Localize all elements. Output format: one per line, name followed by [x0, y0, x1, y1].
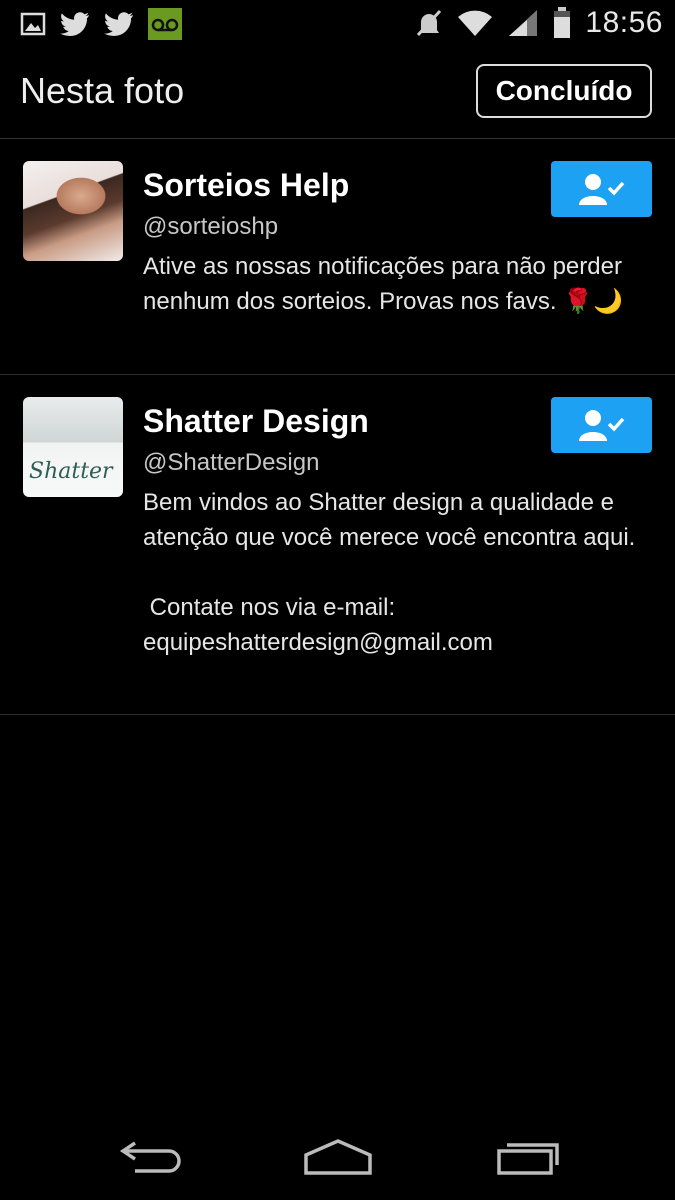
recents-button[interactable] — [488, 1132, 568, 1182]
status-bar: 18:56 — [0, 0, 675, 48]
gallery-icon — [20, 12, 46, 36]
following-button[interactable] — [551, 161, 652, 217]
user-name: Sorteios Help — [143, 167, 350, 203]
notification-icons — [20, 8, 182, 40]
avatar[interactable]: Shatter — [23, 397, 123, 497]
user-name: Shatter Design — [143, 403, 369, 439]
mute-icon — [417, 9, 442, 37]
avatar[interactable] — [23, 161, 123, 261]
top-bar: Nesta foto Concluído — [0, 48, 675, 139]
twitter-icon — [104, 12, 133, 36]
recents-icon — [497, 1143, 559, 1175]
avatar-logo-text: Shatter — [29, 459, 113, 484]
wifi-icon — [458, 10, 493, 36]
user-handle: @ShatterDesign — [143, 449, 320, 476]
home-icon — [304, 1139, 372, 1175]
twitter-icon — [60, 12, 89, 36]
clock: 18:56 — [585, 6, 663, 39]
back-button[interactable] — [110, 1132, 190, 1182]
user-check-icon — [578, 410, 624, 441]
following-button[interactable] — [551, 397, 652, 453]
user-handle: @sorteioshp — [143, 213, 279, 240]
home-button[interactable] — [298, 1132, 378, 1182]
voicemail-icon — [148, 8, 182, 40]
list-item[interactable]: Sorteios Help @sorteioshp Ative as nossa… — [0, 139, 675, 375]
navigation-bar — [0, 1112, 675, 1200]
tagged-users-list: Sorteios Help @sorteioshp Ative as nossa… — [0, 139, 675, 715]
done-button[interactable]: Concluído — [476, 64, 652, 118]
back-icon — [119, 1141, 181, 1173]
page-title: Nesta foto — [20, 70, 185, 111]
user-bio: Ative as nossas notificações para não pe… — [143, 253, 629, 315]
signal-icon — [509, 10, 538, 36]
list-item[interactable]: Shatter Shatter Design @ShatterDesign Be… — [0, 375, 675, 715]
user-bio: Bem vindos ao Shatter design a qualidade… — [143, 489, 636, 656]
system-icons: 18:56 — [415, 6, 663, 40]
user-check-icon — [578, 174, 624, 205]
battery-icon — [554, 7, 571, 38]
